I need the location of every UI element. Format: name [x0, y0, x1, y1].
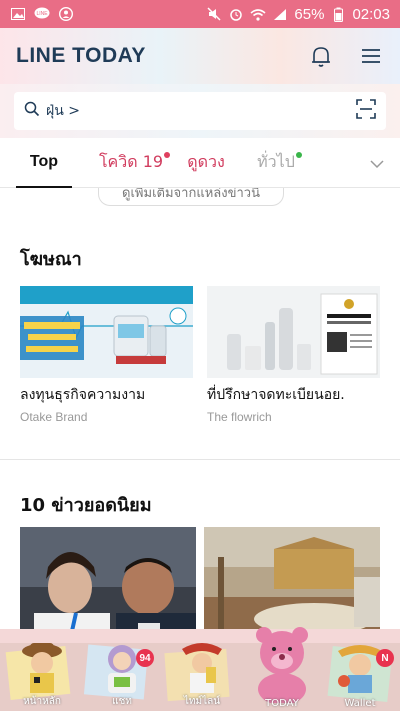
ad-source: The flowrich: [207, 410, 272, 424]
bottom-navigation: หน้าหลัก 94 แชท ไทม์ไลน์ TODAY N Wallet: [0, 627, 400, 711]
line-today-logo: LINE TODAY: [16, 44, 146, 67]
new-dot-indicator: [296, 151, 302, 158]
status-bar: LINE 65% 02:03: [0, 0, 400, 28]
nav-timeline[interactable]: ไทม์ไลน์: [166, 637, 238, 711]
svg-text:LINE: LINE: [36, 11, 48, 17]
nav-today[interactable]: TODAY: [244, 623, 320, 711]
nav-home[interactable]: หน้าหลัก: [6, 637, 78, 711]
ad-thumbnail: [207, 286, 380, 378]
ad-card[interactable]: ที่ปรึกษาจดทะเบียนอย. The flowrich: [207, 286, 380, 424]
line-notification-icon: LINE: [34, 7, 50, 21]
alarm-icon: [228, 7, 244, 21]
battery-percent: 65%: [294, 5, 325, 23]
ad-title: ที่ปรึกษาจดทะเบียนอย.: [207, 387, 345, 403]
chat-unread-badge: 94: [136, 649, 154, 667]
qr-scan-icon[interactable]: [356, 99, 376, 123]
lotso-today-icon: [256, 627, 308, 705]
chevron-down-icon[interactable]: [370, 154, 384, 173]
section-divider: [0, 459, 400, 460]
ads-section-title: โฆษณา: [20, 249, 82, 270]
app-header: LINE TODAY: [0, 28, 400, 84]
tab-top[interactable]: Top: [16, 138, 72, 188]
woody-home-icon: [22, 643, 62, 693]
tab-horoscope[interactable]: ดูดวง: [184, 138, 228, 188]
menu-hamburger-icon[interactable]: [358, 43, 384, 69]
ad-thumbnail: [20, 286, 193, 378]
tab-covid19[interactable]: โควิด 19: [98, 138, 170, 188]
wifi-icon: [250, 7, 266, 21]
wallet-new-badge: N: [376, 649, 394, 667]
jessie-timeline-icon: [182, 643, 222, 693]
clock: 02:03: [352, 5, 390, 23]
ad-source: Otake Brand: [20, 410, 88, 424]
see-more-card[interactable]: ดูเพิ่มเติมจากแหล่งข่าวนี้: [98, 188, 284, 206]
signal-icon: [272, 7, 288, 21]
category-tabs: Top โควิด 19 ดูดวง ทั่วไป: [0, 138, 400, 188]
search-query: ฝุ่น >: [46, 103, 80, 119]
search-bar[interactable]: ฝุ่น >: [14, 92, 386, 130]
ad-title: ลงทุนธุรกิจความงาม: [20, 387, 146, 403]
tab-general[interactable]: ทั่วไป: [256, 138, 302, 188]
top-news-section-title: 10 ข่าวยอดนิยม: [20, 495, 152, 516]
search-icon: [24, 101, 40, 121]
battery-icon: [330, 7, 346, 22]
search-area: ฝุ่น >: [0, 84, 400, 138]
nav-wallet[interactable]: N Wallet: [324, 637, 396, 711]
account-notification-icon: [58, 7, 74, 21]
gallery-notification-icon: [10, 7, 26, 21]
notification-bell-icon[interactable]: [308, 43, 334, 69]
new-dot-indicator: [164, 151, 170, 158]
nav-chat[interactable]: 94 แชท: [86, 637, 158, 711]
ad-card[interactable]: ลงทุนธุรกิจความงาม Otake Brand: [20, 286, 193, 424]
mute-icon: [206, 7, 222, 21]
